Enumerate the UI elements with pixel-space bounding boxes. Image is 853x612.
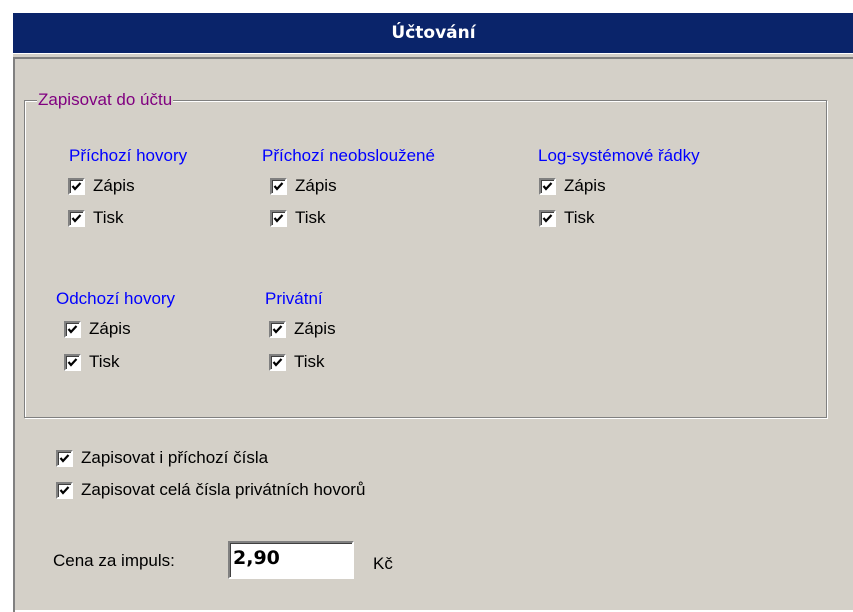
record-full-private-numbers-checkbox[interactable] — [56, 481, 73, 499]
private-print-checkbox[interactable] — [269, 353, 286, 371]
outgoing-calls-print-label: Tisk — [89, 352, 120, 371]
private-print-option[interactable]: Tisk — [269, 351, 325, 373]
section-title-incoming-calls: Příchozí hovory — [69, 146, 188, 165]
incoming-calls-print-checkbox[interactable] — [68, 209, 85, 227]
missed-calls-print-checkbox[interactable] — [270, 209, 287, 227]
record-incoming-numbers-checkbox[interactable] — [56, 449, 73, 467]
section-title-missed-calls: Příchozí neobsloužené — [262, 146, 435, 165]
record-full-private-numbers-option[interactable]: Zapisovat celá čísla privátních hovorů — [56, 479, 365, 501]
outgoing-calls-print-option[interactable]: Tisk — [64, 351, 120, 373]
incoming-calls-write-option[interactable]: Zápis — [68, 175, 135, 197]
groupbox-legend: Zapisovat do účtu — [37, 89, 174, 111]
system-log-write-checkbox[interactable] — [539, 177, 556, 195]
section-title-private: Privátní — [265, 289, 323, 308]
check-mark-icon — [272, 324, 283, 334]
private-write-checkbox[interactable] — [269, 320, 286, 338]
window-title: Účtování — [13, 13, 853, 54]
missed-calls-write-option[interactable]: Zápis — [270, 175, 337, 197]
system-log-write-option[interactable]: Zápis — [539, 175, 606, 197]
record-incoming-numbers-option[interactable]: Zapisovat i příchozí čísla — [56, 447, 268, 469]
price-per-impulse-label: Cena za impuls: — [53, 551, 175, 570]
record-full-private-numbers-label: Zapisovat celá čísla privátních hovorů — [81, 480, 366, 499]
missed-calls-print-label: Tisk — [295, 208, 326, 227]
check-mark-icon — [542, 213, 553, 223]
check-mark-icon — [67, 324, 78, 334]
outgoing-calls-write-checkbox[interactable] — [64, 320, 81, 338]
check-mark-icon — [59, 453, 70, 463]
incoming-calls-write-label: Zápis — [93, 176, 135, 195]
record-incoming-numbers-label: Zapisovat i příchozí čísla — [81, 448, 269, 467]
currency-unit-label: Kč — [373, 554, 393, 573]
system-log-write-label: Zápis — [564, 176, 606, 195]
private-write-label: Zápis — [294, 319, 336, 338]
check-mark-icon — [59, 485, 70, 495]
private-write-option[interactable]: Zápis — [269, 318, 336, 340]
price-per-impulse-input[interactable]: 2,90 — [228, 541, 354, 579]
section-title-outgoing-calls: Odchozí hovory — [56, 289, 176, 308]
check-mark-icon — [273, 181, 284, 191]
incoming-calls-print-option[interactable]: Tisk — [68, 207, 124, 229]
section-title-system-log: Log-systémové řádky — [538, 146, 700, 165]
check-mark-icon — [71, 213, 82, 223]
check-mark-icon — [273, 213, 284, 223]
check-mark-icon — [67, 357, 78, 367]
check-mark-icon — [542, 181, 553, 191]
missed-calls-write-checkbox[interactable] — [270, 177, 287, 195]
missed-calls-write-label: Zápis — [295, 176, 337, 195]
check-mark-icon — [272, 357, 283, 367]
incoming-calls-print-label: Tisk — [93, 208, 124, 227]
missed-calls-print-option[interactable]: Tisk — [270, 207, 326, 229]
outgoing-calls-write-label: Zápis — [89, 319, 131, 338]
outgoing-calls-write-option[interactable]: Zápis — [64, 318, 131, 340]
screen-background: Účtování Zapisovat do účtu Příchozí hovo… — [0, 0, 853, 612]
outgoing-calls-print-checkbox[interactable] — [64, 353, 81, 371]
system-log-print-option[interactable]: Tisk — [539, 207, 595, 229]
incoming-calls-write-checkbox[interactable] — [68, 177, 85, 195]
system-log-print-checkbox[interactable] — [539, 209, 556, 227]
system-log-print-label: Tisk — [564, 208, 595, 227]
private-print-label: Tisk — [294, 352, 325, 371]
check-mark-icon — [71, 181, 82, 191]
